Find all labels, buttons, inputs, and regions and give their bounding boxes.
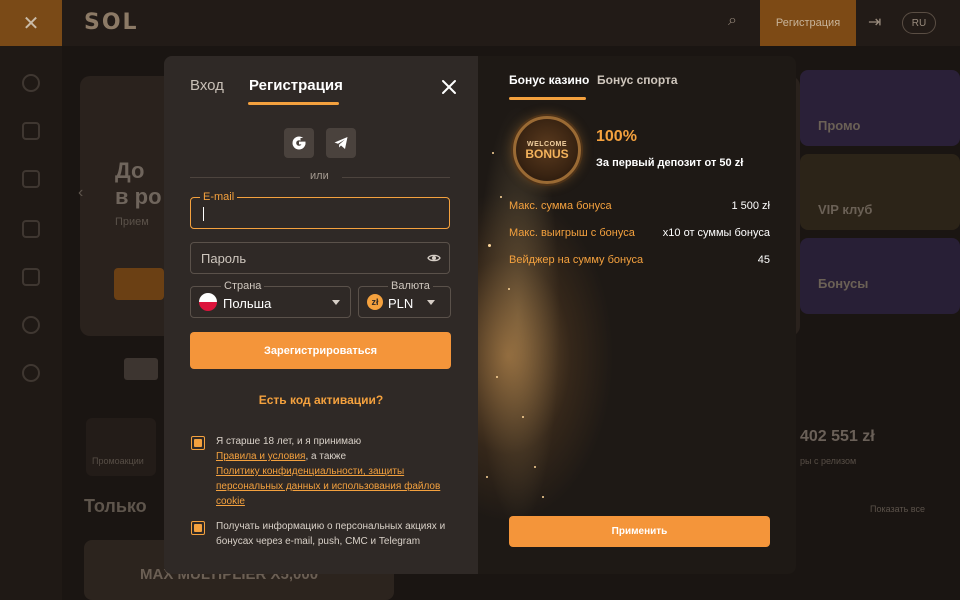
sparkle	[534, 466, 536, 468]
age-terms-consent-text: Я старше 18 лет, и я принимаю Правила и …	[216, 434, 462, 509]
promo-card[interactable]: Промо	[800, 70, 960, 146]
promo-tile[interactable]	[86, 418, 156, 476]
bonus-tab-active-indicator	[509, 97, 586, 100]
tab-sport-bonus[interactable]: Бонус спорта	[597, 73, 678, 87]
currency-value: PLN	[388, 296, 414, 311]
google-login-button[interactable]	[284, 128, 314, 158]
jackpot-subtitle: ры с релизом	[800, 456, 857, 466]
country-value: Польша	[223, 296, 272, 311]
divider-or: или	[310, 170, 329, 182]
sparkle	[542, 496, 544, 498]
badge-bottom-text: BONUS	[525, 146, 569, 161]
poland-flag-icon	[199, 293, 217, 311]
sidebar-wallet-icon[interactable]	[22, 220, 40, 238]
divider-right	[342, 177, 450, 178]
vip-card[interactable]: VIP клуб	[800, 154, 960, 230]
bonus-row-label: Макс. выигрыш с бонуса	[509, 227, 635, 239]
bonus-description: За первый депозит от 50 zł	[596, 157, 744, 169]
bonus-row-value: 45	[757, 254, 770, 266]
bonus-row-label: Вейджер на сумму бонуса	[509, 254, 644, 266]
telegram-icon	[334, 137, 348, 149]
promo-tile-label: Промоакции	[92, 456, 144, 466]
sparkle	[522, 416, 524, 418]
register-button[interactable]: Зарегистрироваться	[190, 332, 451, 369]
bonuses-card[interactable]: Бонусы	[800, 238, 960, 314]
sparkle	[508, 288, 510, 290]
bonus-row-label: Макс. сумма бонуса	[509, 200, 612, 212]
search-icon[interactable]: ⌕	[728, 12, 737, 30]
jackpot-value: 402 551 zł	[800, 428, 875, 445]
chevron-left-icon[interactable]: ‹	[78, 184, 83, 202]
chevron-down-icon	[427, 300, 435, 305]
site-logo[interactable]: SOL	[84, 10, 139, 35]
language-selector[interactable]: RU	[902, 12, 936, 34]
site-header: ✕ SOL ⌕ Регистрация ⇥ RU	[0, 0, 960, 46]
marketing-consent-text: Получать информацию о персональных акция…	[216, 521, 446, 547]
sidebar-help-icon[interactable]	[22, 364, 40, 382]
bonus-percent: 100%	[596, 128, 637, 145]
telegram-login-button[interactable]	[326, 128, 356, 158]
sparkle	[496, 376, 498, 378]
close-button[interactable]	[438, 76, 460, 98]
consent1-mid: , а также	[305, 451, 347, 462]
eye-icon[interactable]	[427, 251, 441, 265]
activation-code-link[interactable]: Есть код активации?	[164, 393, 478, 407]
close-icon: ✕	[22, 12, 40, 35]
currency-icon: zł	[367, 294, 383, 310]
sidebar-sport-icon[interactable]	[22, 74, 40, 92]
vip-card-label: VIP клуб	[818, 202, 873, 217]
sparkle	[500, 196, 502, 198]
consent1-text: Я старше 18 лет, и я принимаю	[216, 436, 362, 447]
email-input[interactable]	[201, 198, 421, 228]
bonus-row-value: x10 от суммы бонуса	[662, 227, 770, 239]
sparkle	[492, 152, 494, 154]
password-input[interactable]	[201, 243, 421, 273]
close-menu-button[interactable]: ✕	[0, 0, 62, 46]
sidebar-info-icon[interactable]	[22, 316, 40, 334]
country-label: Страна	[221, 280, 265, 292]
privacy-policy-link[interactable]: Политику конфиденциальности, защиты перс…	[216, 466, 440, 507]
sidebar-chat-icon[interactable]	[22, 268, 40, 286]
tab-login[interactable]: Вход	[190, 77, 224, 94]
banner-title-line1: До	[115, 158, 145, 183]
checkbox-checked-mark	[194, 524, 202, 532]
chevron-down-icon	[332, 300, 340, 305]
banner-subtitle: Прием	[115, 216, 149, 228]
bonus-panel: Бонус казино Бонус спорта WELCOME BONUS …	[478, 56, 796, 574]
tab-register[interactable]: Регистрация	[249, 77, 343, 94]
promo-card-label: Промо	[818, 118, 861, 133]
terms-link[interactable]: Правила и условия	[216, 451, 305, 462]
sparkle	[486, 476, 488, 478]
sidebar-trophy-icon[interactable]	[22, 170, 40, 188]
password-field[interactable]	[190, 242, 450, 274]
checkbox-checked-mark	[194, 439, 202, 447]
sparkle	[488, 244, 491, 247]
google-icon	[292, 136, 306, 150]
tab-active-indicator	[248, 102, 339, 105]
currency-label: Валюта	[388, 280, 433, 292]
sidebar-gift-icon[interactable]	[22, 122, 40, 140]
close-icon	[442, 80, 456, 94]
bonus-row-value: 1 500 zł	[731, 200, 770, 212]
country-select[interactable]: Страна Польша	[190, 280, 351, 318]
section-title: Только	[84, 496, 147, 516]
sidebar	[0, 46, 62, 600]
email-field[interactable]: E-mail	[190, 191, 450, 229]
divider-left	[190, 177, 300, 178]
apple-pay-icon	[124, 358, 158, 380]
bonuses-card-label: Бонусы	[818, 276, 869, 291]
show-all-link[interactable]: Показать все	[870, 504, 925, 514]
header-register-button[interactable]: Регистрация	[760, 0, 856, 46]
banner-title-line2: в ро	[115, 184, 162, 209]
registration-form-panel: Вход Регистрация или E-mail Страна Польш…	[164, 56, 478, 574]
apply-bonus-button[interactable]: Применить	[509, 516, 770, 547]
currency-select[interactable]: Валюта zł PLN	[358, 280, 451, 318]
banner-button[interactable]	[114, 268, 164, 300]
tab-casino-bonus[interactable]: Бонус казино	[509, 73, 589, 87]
banner-title: До в ро	[115, 158, 162, 210]
age-terms-checkbox[interactable]	[191, 436, 205, 450]
login-icon[interactable]: ⇥	[868, 12, 881, 32]
welcome-bonus-badge: WELCOME BONUS	[513, 116, 581, 184]
marketing-checkbox[interactable]	[191, 521, 205, 535]
